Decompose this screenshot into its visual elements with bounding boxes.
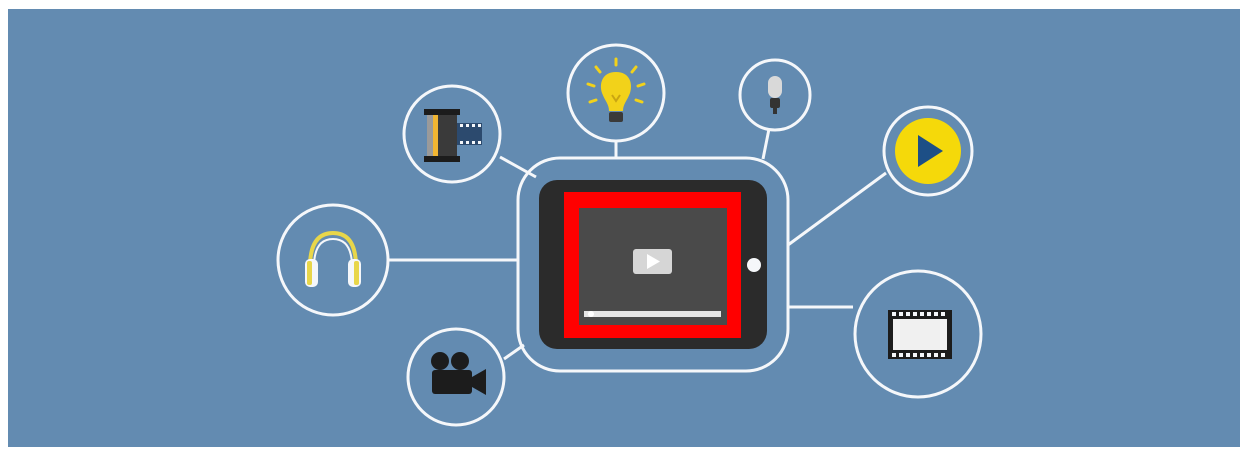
video-progress-knob [588, 311, 594, 317]
illustration-svg [8, 9, 1240, 447]
video-progress-bar [584, 311, 721, 317]
tablet [516, 156, 790, 373]
play-button-node [882, 105, 974, 197]
film-strip-icon [888, 310, 952, 359]
tablet-home-button [747, 258, 761, 272]
video-learning-illustration [8, 9, 1240, 447]
